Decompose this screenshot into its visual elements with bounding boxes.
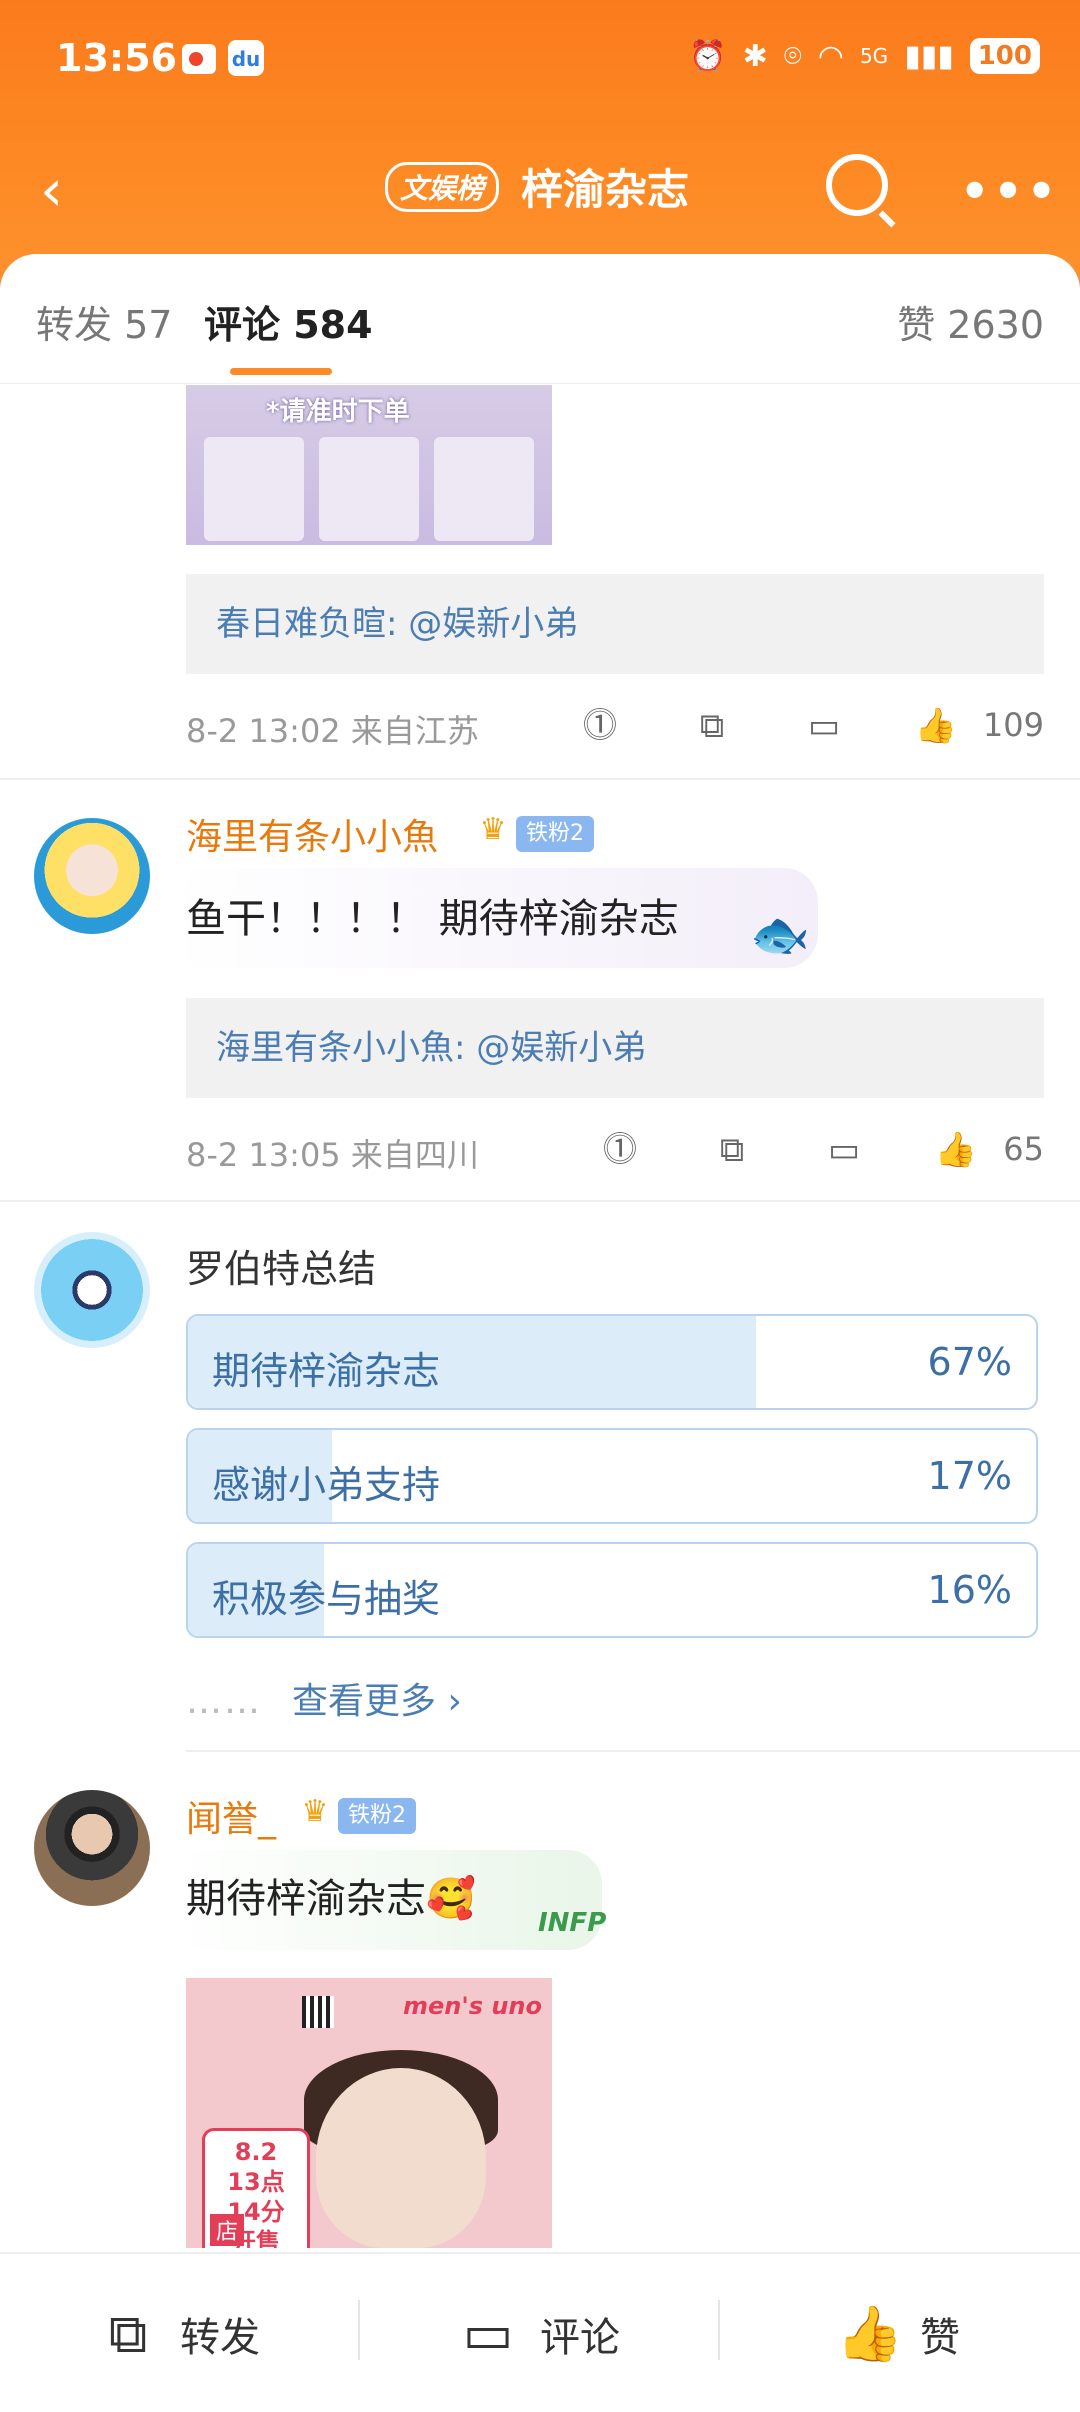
report-icon[interactable]: ⓵ (578, 704, 622, 748)
repost-label: 转发 (180, 2315, 260, 2361)
poll-option-label: 感谢小弟支持 (212, 1463, 441, 1507)
wifi-icon: ◠ (817, 38, 844, 74)
poll-option-label: 期待梓渝杂志 (212, 1349, 441, 1393)
divider (0, 1200, 1080, 1202)
comment-text: 期待梓渝杂志🥰 (186, 1876, 476, 1922)
alarm-icon: ⏰ (689, 38, 727, 74)
avatar[interactable] (34, 1790, 150, 1906)
status-bar: 13:56 du ⏰ ✱ ⌾ ◠ 5G ▮▮▮ 100 (0, 0, 1080, 124)
username[interactable]: 罗伯特总结 (186, 1238, 376, 1293)
comment-icon: ▭ (462, 2302, 514, 2365)
poll-option[interactable]: 感谢小弟支持 17% (186, 1428, 1038, 1524)
portrait-face (316, 2068, 486, 2248)
divider (186, 1750, 1080, 1752)
network-label: 5G (859, 44, 889, 68)
image-panel (204, 437, 304, 541)
reply-icon[interactable]: ▭ (822, 1128, 866, 1172)
comment-text: 鱼干！！！！ 期待梓渝杂志 (186, 896, 679, 942)
like-button[interactable]: 👍 赞 (836, 2294, 960, 2374)
baidu-app-icon: du (228, 40, 264, 76)
poll-option-percent: 16% (927, 1568, 1012, 1612)
ranking-tag[interactable]: 文娱榜 (385, 161, 500, 212)
page-title: 梓渝杂志 (521, 165, 690, 214)
report-icon[interactable]: ⓵ (598, 1128, 642, 1172)
shop-tag: 店 (210, 2214, 245, 2246)
separator (718, 2300, 720, 2360)
fan-badge[interactable]: 铁粉2 (516, 816, 594, 852)
share-icon[interactable]: ⧉ (710, 1128, 754, 1172)
comment-actions: 8-2 13:05 来自四川 ⓵ ⧉ ▭ 👍 65 (186, 1122, 1044, 1182)
see-more-label: 查看更多 › (292, 1681, 462, 1722)
bottom-action-bar: ⧉ 转发 ▭ 评论 👍 赞 (0, 2252, 1080, 2412)
signal-icon: ▮▮▮ (904, 38, 954, 74)
tab-comments[interactable]: 评论 584 (204, 294, 373, 349)
badge-date: 8.2 (234, 2138, 278, 2166)
image-caption: *请准时下单 (266, 397, 410, 427)
like-count: 65 (1003, 1130, 1044, 1168)
like-count: 109 (982, 706, 1044, 744)
comment-image[interactable]: *请准时下单 (186, 385, 552, 545)
crown-icon: ♛ (479, 812, 507, 847)
thumbs-up-icon: 👍 (836, 2302, 904, 2365)
tab-likes[interactable]: 赞 2630 (897, 294, 1044, 349)
nav-bar: ‹ 文娱榜 梓渝杂志 ••• (0, 150, 1080, 230)
poll-option-percent: 17% (927, 1454, 1012, 1498)
share-icon: ⧉ (108, 2302, 148, 2365)
reply-quote[interactable]: 海里有条小小魚: @娱新小弟 (186, 998, 1044, 1098)
infp-sticker: INFP (538, 1908, 607, 1938)
avatar[interactable] (34, 818, 150, 934)
status-time: 13:56 (56, 36, 177, 80)
bluetooth-icon: ✱ (742, 38, 768, 74)
share-icon[interactable]: ⧉ (690, 704, 734, 748)
see-more-link[interactable]: …… 查看更多 › (186, 1672, 462, 1724)
fish-sticker-icon: 🐟 (750, 907, 810, 963)
poll-option[interactable]: 积极参与抽奖 16% (186, 1542, 1038, 1638)
location-icon: ⌾ (783, 38, 802, 74)
separator (358, 2300, 360, 2360)
qr-code-icon (302, 1996, 334, 2028)
tab-bar: 转发 57 评论 584 赞 2630 (0, 254, 1080, 384)
comment-label: 评论 (540, 2315, 620, 2361)
video-app-icon (182, 44, 216, 74)
status-icons: ⏰ ✱ ⌾ ◠ 5G ▮▮▮ 100 (689, 38, 1040, 74)
comment-meta: 8-2 13:05 来自四川 (186, 1136, 479, 1174)
more-dots-icon[interactable]: ••• (960, 164, 1060, 218)
poll-option-label: 积极参与抽奖 (212, 1577, 441, 1621)
thumbs-up-icon[interactable]: 👍 (934, 1128, 978, 1172)
tab-repost[interactable]: 转发 57 (36, 294, 172, 349)
comment-button[interactable]: ▭ 评论 (456, 2294, 620, 2374)
chevron-left-icon[interactable]: ‹ (40, 158, 63, 222)
username[interactable]: 闻誉_ (186, 1790, 276, 1842)
comment-actions: 8-2 13:02 来自江苏 ⓵ ⧉ ▭ 👍 109 (186, 698, 1044, 758)
avatar[interactable] (34, 1232, 150, 1348)
dots-icon: …… (186, 1681, 262, 1722)
poll-option-percent: 67% (927, 1340, 1012, 1384)
image-panel (319, 437, 419, 541)
search-sparkle-icon[interactable] (826, 154, 888, 216)
divider (0, 778, 1080, 780)
reply-icon[interactable]: ▭ (802, 704, 846, 748)
tab-indicator (230, 368, 332, 375)
username[interactable]: 海里有条小小魚 (186, 808, 438, 860)
repost-button[interactable]: ⧉ 转发 (96, 2294, 260, 2374)
thumbs-up-icon[interactable]: 👍 (914, 704, 958, 748)
like-label: 赞 (920, 2315, 960, 2361)
page-title-group: 文娱榜 梓渝杂志 (385, 156, 689, 217)
battery-indicator: 100 (969, 38, 1040, 74)
fan-badge[interactable]: 铁粉2 (338, 1798, 416, 1834)
poll-option[interactable]: 期待梓渝杂志 67% (186, 1314, 1038, 1410)
comment-image[interactable]: men's uno 8.2 13点14分 开售 店 (186, 1978, 552, 2248)
crown-icon: ♛ (301, 1794, 329, 1829)
reply-quote[interactable]: 春日难负暄: @娱新小弟 (186, 574, 1044, 674)
image-panel (434, 437, 534, 541)
comment-meta: 8-2 13:02 来自江苏 (186, 712, 479, 750)
magazine-brand: men's uno (402, 1992, 542, 2020)
